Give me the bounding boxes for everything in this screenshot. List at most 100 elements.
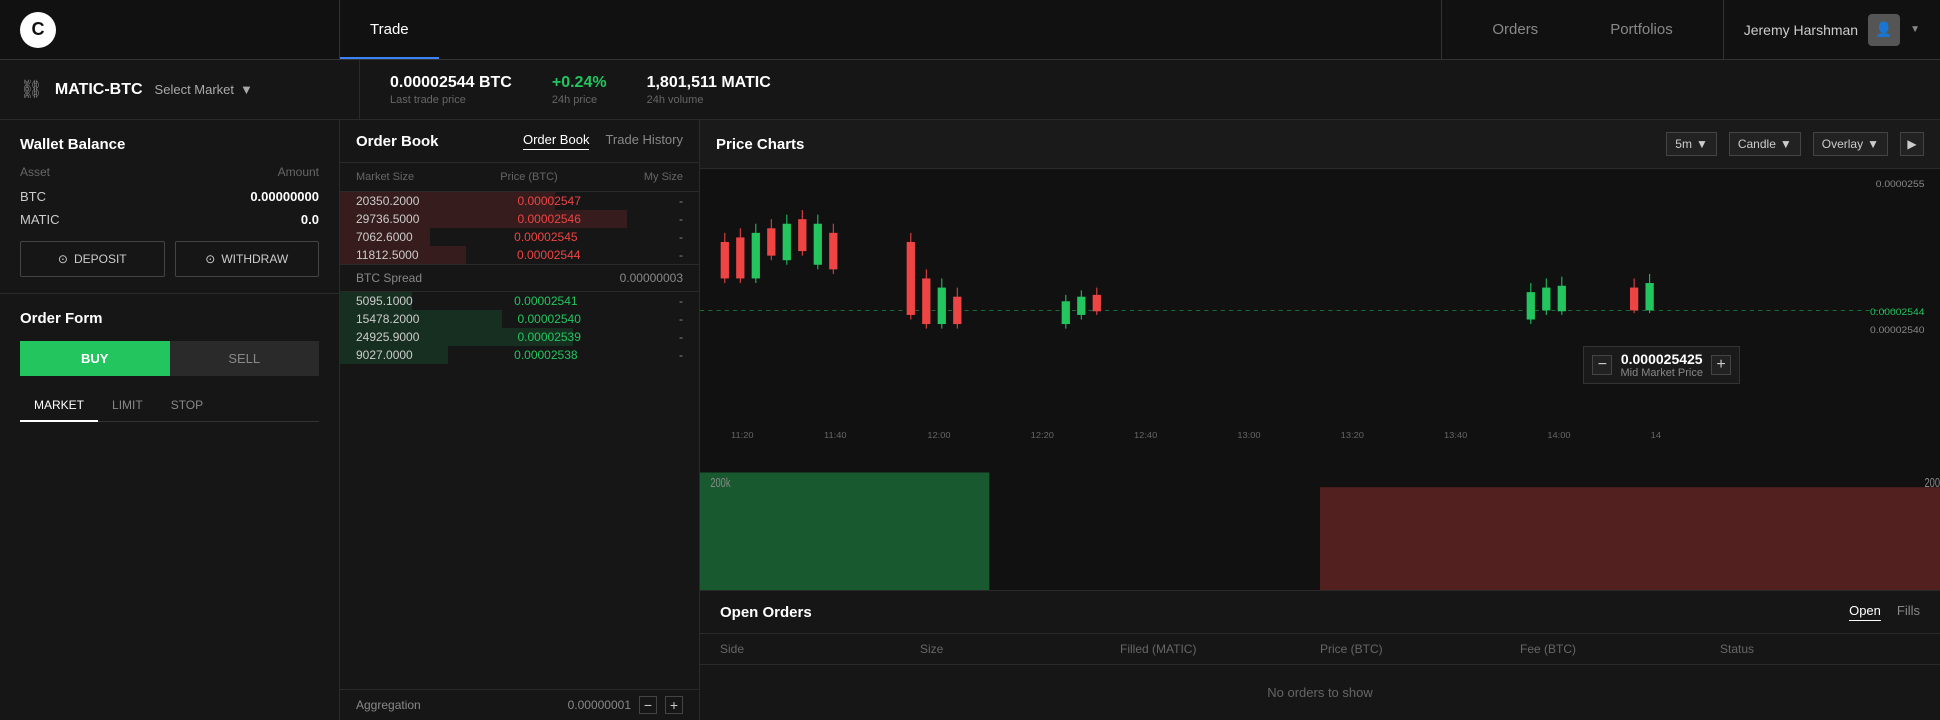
col-amount: Amount (278, 165, 319, 179)
col-fee: Fee (BTC) (1520, 642, 1720, 656)
chevron-down-icon: ▼ (1910, 24, 1920, 35)
col-price: Price (BTC) (1320, 642, 1520, 656)
sell-orders: 20350.2000 0.00002547 - 29736.5000 0.000… (340, 192, 699, 689)
plus-button[interactable]: + (1711, 355, 1731, 375)
svg-text:200k: 200k (710, 476, 730, 490)
order-type-limit[interactable]: LIMIT (98, 390, 157, 422)
chevron-down-icon: ▼ (1867, 137, 1879, 151)
right-area: Price Charts 5m ▼ Candle ▼ Overlay ▼ (700, 120, 1940, 720)
spread-label: BTC Spread (356, 271, 422, 285)
volume-value: 1,801,511 MATIC (647, 74, 771, 92)
last-trade-price: 0.00002544 BTC (390, 74, 512, 92)
market-selector: ⛓ MATIC-BTC Select Market ▼ (20, 60, 360, 119)
tab-open[interactable]: Open (1849, 603, 1881, 621)
svg-text:12:20: 12:20 (1031, 431, 1054, 440)
spread-value: 0.00000003 (620, 271, 683, 285)
price-change-label: 24h price (552, 94, 607, 106)
candlestick-chart: 0.0000255 0.00002544 0.00002540 11:20 11… (700, 169, 1940, 443)
sell-row-0: 20350.2000 0.00002547 - (340, 192, 699, 210)
open-orders-section: Open Orders Open Fills Side Size Filled … (700, 590, 1940, 720)
chart-scroll-button[interactable]: ▶ (1900, 132, 1924, 156)
logo-icon[interactable]: C (20, 12, 56, 48)
chart-area[interactable]: 0.0000255 0.00002544 0.00002540 11:20 11… (700, 169, 1940, 590)
tab-tradehistory[interactable]: Trade History (605, 132, 683, 150)
asset-matic: MATIC (20, 212, 59, 227)
tab-fills[interactable]: Fills (1897, 603, 1920, 621)
wallet-buttons: ⊙ DEPOSIT ⊙ WITHDRAW (20, 241, 319, 277)
volume-stat: 1,801,511 MATIC 24h volume (647, 74, 771, 106)
mid-price-display: 0.000025425 Mid Market Price (1620, 351, 1703, 379)
spread-row: BTC Spread 0.00000003 (340, 264, 699, 292)
app-wrapper: C Trade Orders Portfolios Jeremy Harshma… (0, 0, 1940, 720)
nav-tabs: Trade (340, 0, 1441, 59)
price-change-stat: +0.24% 24h price (552, 74, 607, 106)
chart-title: Price Charts (716, 136, 804, 153)
wallet-row-matic: MATIC 0.0 (20, 212, 319, 227)
col-my-size: My Size (644, 171, 683, 183)
agg-minus-button[interactable]: − (639, 696, 657, 714)
amount-btc: 0.00000000 (250, 189, 319, 204)
svg-text:14:00: 14:00 (1547, 431, 1570, 440)
col-market-size: Market Size (356, 171, 414, 183)
orderbook-tabs: Order Book Trade History (523, 132, 683, 150)
asset-btc: BTC (20, 189, 46, 204)
buy-tab[interactable]: BUY (20, 341, 170, 376)
select-market-button[interactable]: Select Market ▼ (155, 82, 253, 97)
svg-text:12:40: 12:40 (1134, 431, 1157, 440)
svg-text:11:40: 11:40 (824, 431, 847, 440)
sell-row-2: 7062.6000 0.00002545 - (340, 228, 699, 246)
volume-chart: 200k 200k (700, 443, 1940, 590)
withdraw-icon: ⊙ (205, 252, 215, 266)
sell-tab[interactable]: SELL (170, 341, 320, 376)
col-status: Status (1720, 642, 1920, 656)
buy-row-1: 15478.2000 0.00002540 - (340, 310, 699, 328)
center-panel: Order Book Order Book Trade History Mark… (340, 120, 700, 720)
user-area[interactable]: Jeremy Harshman 👤 ▼ (1723, 0, 1940, 59)
svg-text:200k: 200k (1925, 476, 1940, 490)
sell-row-3: 11812.5000 0.00002544 - (340, 246, 699, 264)
timeframe-select[interactable]: 5m ▼ (1666, 132, 1717, 156)
agg-value: 0.00000001 (568, 698, 631, 712)
order-form-section: Order Form BUY SELL MARKET LIMIT STOP (0, 294, 339, 438)
user-name: Jeremy Harshman (1744, 22, 1858, 38)
order-type-stop[interactable]: STOP (157, 390, 217, 422)
order-form-title: Order Form (20, 310, 319, 327)
svg-text:11:20: 11:20 (731, 431, 754, 440)
agg-plus-button[interactable]: + (665, 696, 683, 714)
nav-tab-trade[interactable]: Trade (340, 0, 439, 59)
col-side: Side (720, 642, 920, 656)
sell-row-1: 29736.5000 0.00002546 - (340, 210, 699, 228)
left-panel: Wallet Balance Asset Amount BTC 0.000000… (0, 120, 340, 720)
open-orders-header: Open Orders Open Fills (700, 591, 1940, 634)
svg-text:12:00: 12:00 (927, 431, 950, 440)
col-filled: Filled (MATIC) (1120, 642, 1320, 656)
col-asset: Asset (20, 165, 50, 179)
market-stats: 0.00002544 BTC Last trade price +0.24% 2… (360, 74, 771, 106)
avatar: 👤 (1868, 14, 1900, 46)
logo-area: C (0, 0, 340, 59)
overlay-select[interactable]: Overlay ▼ (1813, 132, 1888, 156)
svg-text:13:20: 13:20 (1341, 431, 1364, 440)
nav-right: Orders Portfolios (1441, 0, 1722, 59)
wallet-title: Wallet Balance (20, 136, 319, 153)
order-type-tabs: MARKET LIMIT STOP (20, 390, 319, 422)
wallet-row-btc: BTC 0.00000000 (20, 189, 319, 204)
wallet-table-header: Asset Amount (20, 165, 319, 179)
nav-tab-portfolios[interactable]: Portfolios (1580, 21, 1703, 38)
orders-table-header: Side Size Filled (MATIC) Price (BTC) Fee… (700, 634, 1940, 665)
candle-select[interactable]: Candle ▼ (1729, 132, 1801, 156)
link-icon: ⛓ (20, 79, 43, 100)
nav-tab-orders[interactable]: Orders (1462, 21, 1568, 38)
no-orders-message: No orders to show (700, 665, 1940, 720)
tab-orderbook[interactable]: Order Book (523, 132, 589, 150)
minus-button[interactable]: − (1592, 355, 1612, 375)
order-type-market[interactable]: MARKET (20, 390, 98, 422)
open-orders-tabs: Open Fills (1849, 603, 1920, 621)
deposit-button[interactable]: ⊙ DEPOSIT (20, 241, 165, 277)
amount-matic: 0.0 (301, 212, 319, 227)
deposit-icon: ⊙ (58, 252, 68, 266)
svg-text:0.00002540: 0.00002540 (1870, 326, 1925, 336)
orderbook-header: Order Book Order Book Trade History (340, 120, 699, 163)
withdraw-button[interactable]: ⊙ WITHDRAW (175, 241, 320, 277)
orderbook-title: Order Book (356, 133, 439, 150)
